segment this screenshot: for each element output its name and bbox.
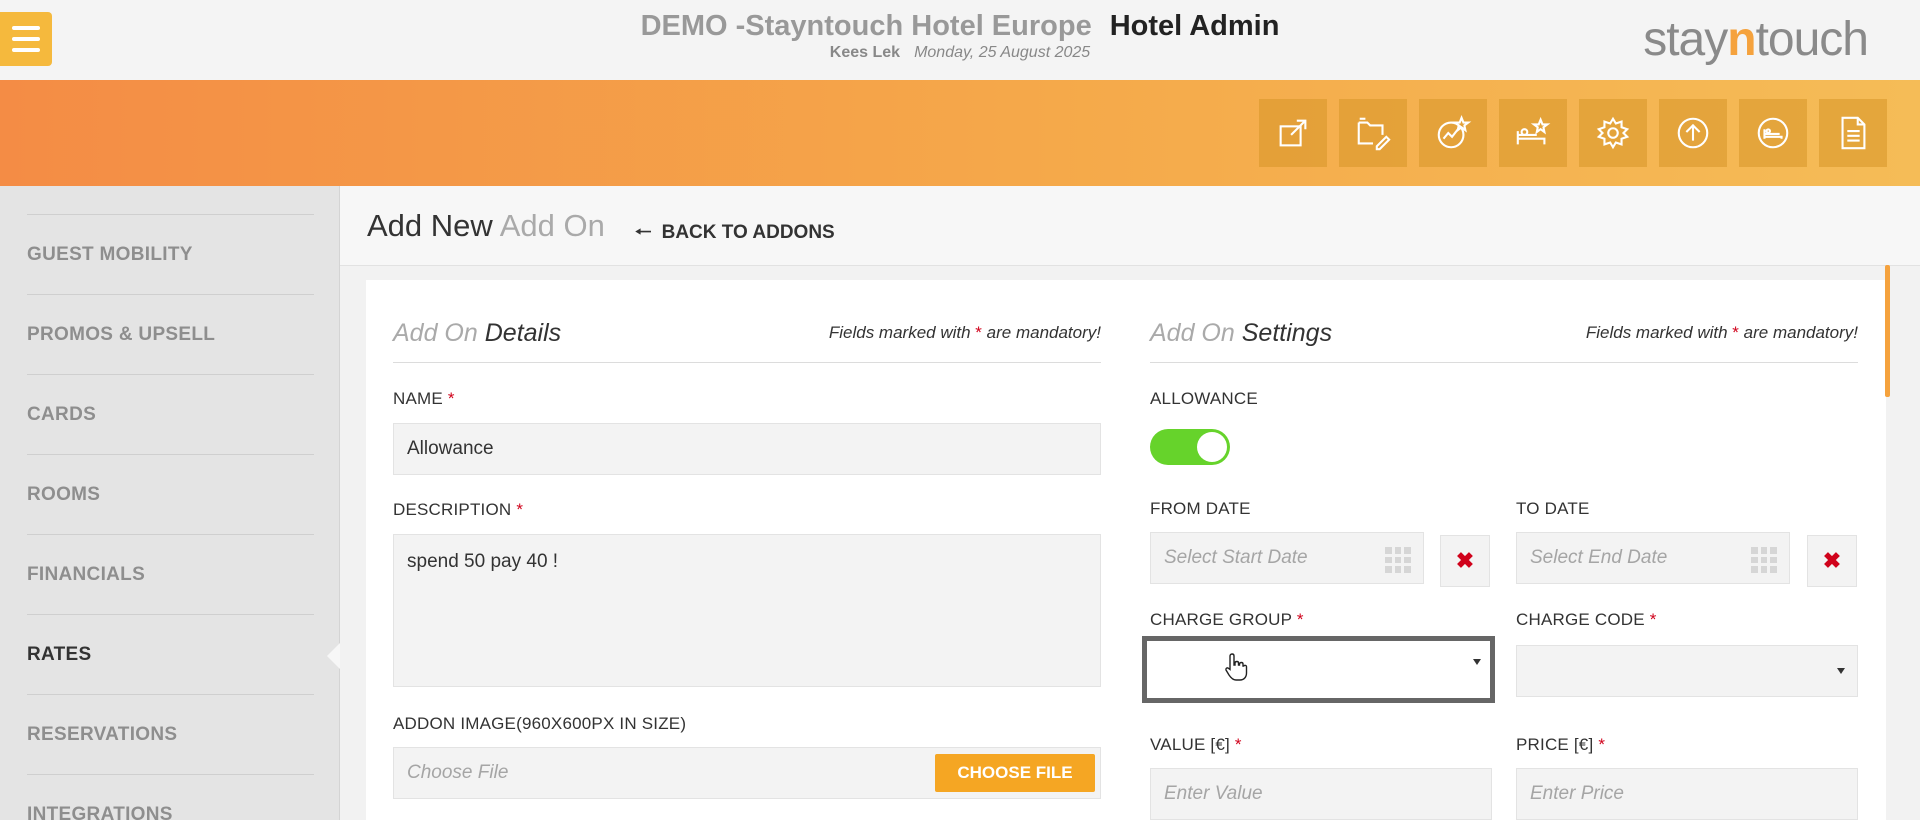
external-link-icon[interactable] xyxy=(1259,99,1327,167)
back-to-addons-link[interactable]: 🠐 BACK TO ADDONS xyxy=(635,218,835,250)
sidebar-item-rooms[interactable]: ROOMS xyxy=(27,454,314,534)
to-date-field[interactable]: Select End Date xyxy=(1516,532,1790,584)
details-section-header: Add On Details Fields marked with * are … xyxy=(393,313,1101,363)
sidebar: GUEST MOBILITY PROMOS & UPSELL CARDS ROO… xyxy=(0,186,340,820)
page-title: Add New Add On xyxy=(367,208,605,243)
toggle-knob xyxy=(1197,432,1227,462)
chevron-down-icon xyxy=(1473,659,1481,665)
calendar-grid-icon xyxy=(1385,547,1411,573)
hotel-name: DEMO -Stayntouch Hotel Europe xyxy=(640,10,1092,42)
price-input[interactable]: Enter Price xyxy=(1516,768,1858,820)
stayntouch-logo: stayntouch xyxy=(1643,13,1869,66)
sidebar-item-cards[interactable]: CARDS xyxy=(27,374,314,454)
sidebar-item-rates[interactable]: RATES xyxy=(27,614,314,694)
value-label: VALUE [€] * xyxy=(1150,735,1242,754)
hand-cursor-icon xyxy=(1225,653,1248,681)
document-icon[interactable] xyxy=(1819,99,1887,167)
upload-icon[interactable] xyxy=(1659,99,1727,167)
from-date-field[interactable]: Select Start Date xyxy=(1150,532,1424,584)
header-subline: Kees Lek Monday, 25 August 2025 xyxy=(0,44,1920,62)
image-label: ADDON IMAGE(960X600PX IN SIZE) xyxy=(393,714,687,733)
choose-file-button[interactable]: CHOOSE FILE xyxy=(935,754,1095,792)
calendar-grid-icon xyxy=(1751,547,1777,573)
header-title: DEMO -Stayntouch Hotel Europe Hotel Admin xyxy=(0,10,1920,43)
content-header: Add New Add On 🠐 BACK TO ADDONS xyxy=(340,186,1920,266)
scrollbar-thumb[interactable] xyxy=(1885,265,1890,397)
sidebar-item-promos-upsell[interactable]: PROMOS & UPSELL xyxy=(27,294,314,374)
description-label: DESCRIPTION * xyxy=(393,500,524,519)
charge-group-select[interactable] xyxy=(1142,636,1495,703)
details-title: Add On Details xyxy=(393,319,562,347)
sidebar-item-integrations[interactable]: INTEGRATIONS xyxy=(27,774,314,820)
clear-to-date-button[interactable]: ✖ xyxy=(1807,535,1857,587)
from-date-label: FROM DATE xyxy=(1150,499,1251,518)
mandatory-note: Fields marked with * are mandatory! xyxy=(828,323,1101,342)
top-header: DEMO -Stayntouch Hotel Europe Hotel Admin… xyxy=(0,0,1920,80)
charge-code-label: CHARGE CODE * xyxy=(1516,610,1657,629)
folder-edit-icon[interactable] xyxy=(1339,99,1407,167)
active-item-pointer xyxy=(327,643,340,669)
chart-star-icon[interactable] xyxy=(1419,99,1487,167)
price-label: PRICE [€] * xyxy=(1516,735,1606,754)
settings-section-header: Add On Settings Fields marked with * are… xyxy=(1150,313,1858,363)
sidebar-item-financials[interactable]: FINANCIALS xyxy=(27,534,314,614)
name-field[interactable]: Allowance xyxy=(393,423,1101,475)
value-input[interactable]: Enter Value xyxy=(1150,768,1492,820)
name-label: NAME * xyxy=(393,389,455,408)
charge-group-label: CHARGE GROUP * xyxy=(1150,610,1304,629)
settings-title: Add On Settings xyxy=(1150,319,1333,347)
chevron-down-icon xyxy=(1837,668,1845,674)
toolbar-band xyxy=(0,80,1920,186)
current-date: Monday, 25 August 2025 xyxy=(914,44,1091,61)
allowance-toggle[interactable] xyxy=(1150,429,1230,465)
arrow-left-icon: 🠐 xyxy=(635,222,652,243)
section-name: Hotel Admin xyxy=(1109,10,1280,42)
to-date-label: TO DATE xyxy=(1516,499,1590,518)
bed-icon[interactable] xyxy=(1739,99,1807,167)
description-field[interactable]: spend 50 pay 40 ! xyxy=(393,534,1101,687)
sidebar-item-reservations[interactable]: RESERVATIONS xyxy=(27,694,314,774)
allowance-label: ALLOWANCE xyxy=(1150,389,1258,408)
gear-icon[interactable] xyxy=(1579,99,1647,167)
bed-star-icon[interactable] xyxy=(1499,99,1567,167)
user-name: Kees Lek xyxy=(829,44,901,61)
sidebar-item-guest-mobility[interactable]: GUEST MOBILITY xyxy=(27,214,314,294)
charge-code-select[interactable] xyxy=(1516,645,1858,697)
mandatory-note: Fields marked with * are mandatory! xyxy=(1585,323,1858,342)
clear-from-date-button[interactable]: ✖ xyxy=(1440,535,1490,587)
